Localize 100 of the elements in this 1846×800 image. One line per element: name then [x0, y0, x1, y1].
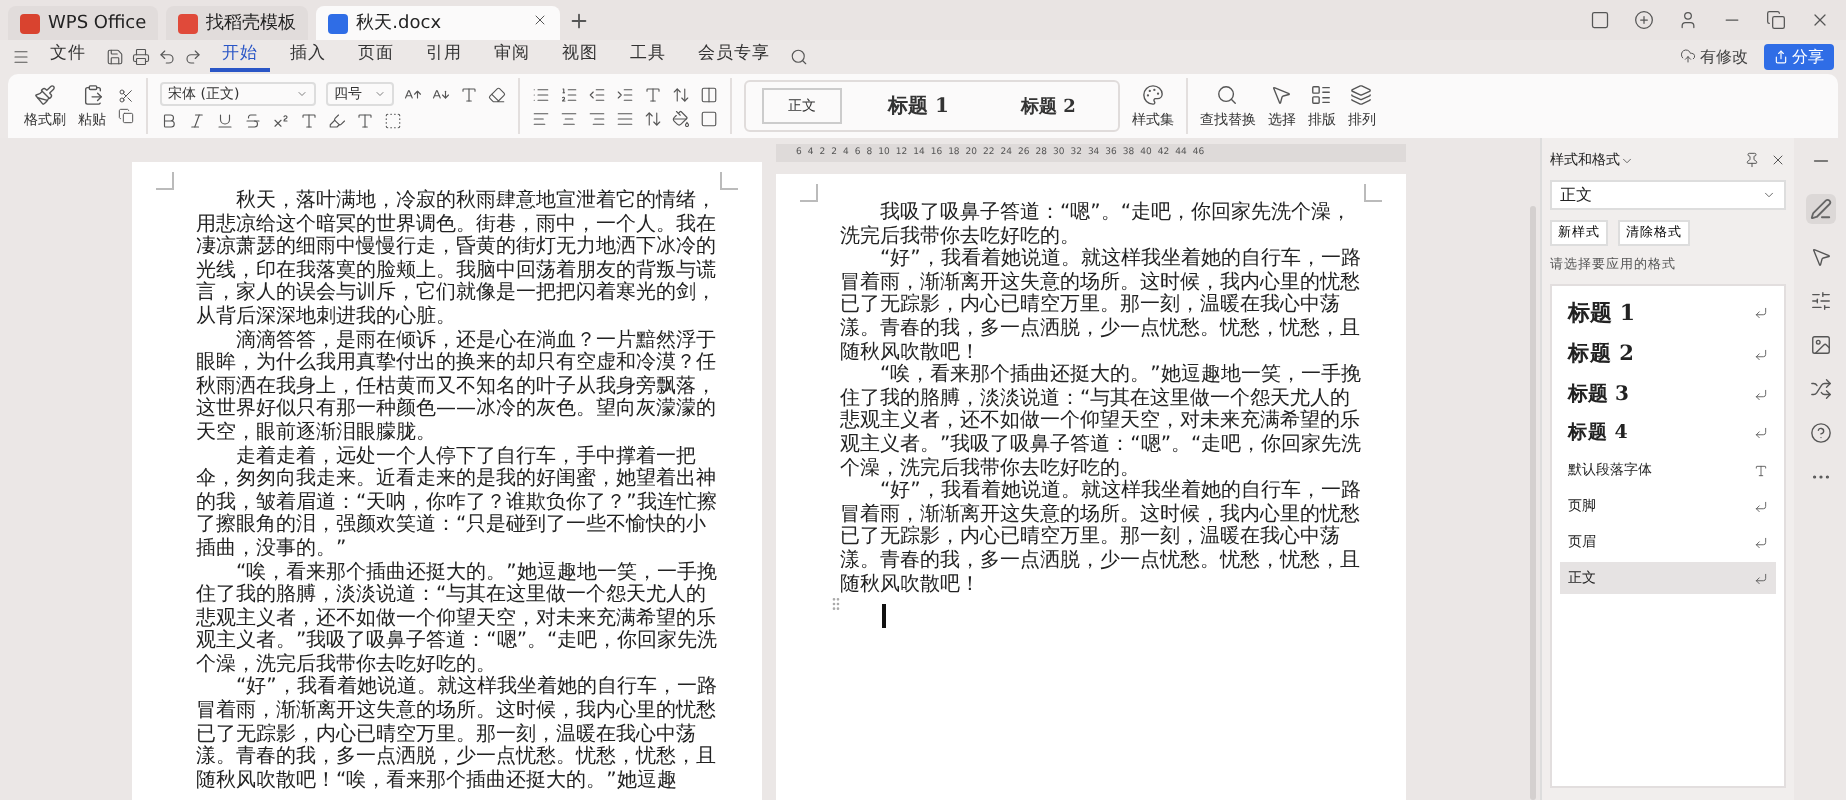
app-logo-icon	[178, 13, 199, 33]
sort-icon[interactable]	[672, 85, 690, 103]
clipboard-icon[interactable]	[81, 83, 103, 105]
undo-icon[interactable]	[158, 47, 176, 65]
menu-tab[interactable]: 视图	[550, 40, 610, 72]
save-icon[interactable]	[106, 47, 124, 65]
chevron-down-icon[interactable]	[1620, 153, 1634, 167]
menu-tab[interactable]: 页面	[346, 40, 406, 72]
cut-icon[interactable]	[118, 88, 134, 104]
palette-icon[interactable]	[1141, 83, 1164, 105]
app-logo-icon	[328, 13, 349, 33]
char-shading-icon[interactable]	[384, 112, 402, 130]
share-button[interactable]: 分享	[1764, 43, 1834, 69]
document-tab[interactable]: 找稻壳模板	[166, 6, 309, 40]
return-icon	[1754, 499, 1768, 513]
border-icon[interactable]	[700, 109, 718, 127]
window-icon[interactable]	[1590, 10, 1610, 30]
style-option[interactable]: 标题 1	[862, 84, 975, 128]
image-icon[interactable]	[1809, 334, 1831, 356]
superscript-icon[interactable]	[272, 112, 290, 130]
menu-icon[interactable]	[12, 47, 30, 65]
avatar-icon[interactable]	[1678, 10, 1698, 30]
align-center-icon[interactable]	[560, 109, 578, 127]
text-lines-icon[interactable]	[1310, 83, 1333, 105]
app-logo-icon	[20, 13, 40, 33]
redo-icon[interactable]	[184, 47, 202, 65]
paragraph: “唉，看来那个插曲还挺大的。”她逗趣地一笑，一手挽住了我的胳膊，淡淡说道：“与其在这里做一个怨天尤人的悲观主义者，还不如做一个仰望天空，对未来充满希望的乐观主义者。”我吸了吸鼻子答道：“嗯”。“走吧，你回家先洗个澡，洗完后我带你去吃好吃的。	[840, 364, 1362, 480]
style-item[interactable]: 标题 2	[1560, 336, 1776, 372]
menu-tab[interactable]: 工具	[618, 40, 678, 72]
clear-format-icon[interactable]	[488, 85, 506, 103]
file-menu[interactable]: 文件	[38, 40, 98, 72]
return-icon	[1754, 306, 1768, 320]
columns-icon[interactable]	[700, 85, 718, 103]
shuffle-icon[interactable]	[1809, 378, 1831, 400]
outdent-icon[interactable]	[588, 85, 606, 103]
cursor-icon[interactable]	[1270, 83, 1293, 105]
cursor-icon[interactable]	[1809, 246, 1831, 268]
add-icon[interactable]	[1634, 10, 1654, 30]
close-tab-icon[interactable]	[532, 12, 549, 28]
style-option[interactable]: 标题 2	[994, 85, 1102, 127]
shrink-font-icon[interactable]	[432, 85, 450, 103]
cloud-upload-icon[interactable]	[1680, 48, 1696, 64]
text-cursor	[882, 604, 885, 629]
pin-icon[interactable]	[1744, 152, 1760, 168]
paragraph: 秋天，落叶满地，冷寂的秋雨肆意地宣泄着它的情绪，用悲凉给这个暗冥的世界调色。街巷，雨中，一个人。我在凄凉萧瑟的细雨中慢慢行走，昏黄的街灯无力地洒下冰冷的光线，印在我落寞的脸颊上。我脑中回荡着朋友的背叛与谎言，家人的误会与训斥，它们就像是一把把闪着寒光的剑，从背后深深地刺进我的心脏。	[196, 190, 718, 329]
layers-icon[interactable]	[1350, 83, 1373, 105]
paragraph: 走着走着，远处一个人停下了自行车，手中撑着一把伞，匆匆向我走来。近看走来的是我的好闺蜜，她望着出神的我，皱着眉道：“天呐，你咋了？谁欺负你了？”我连忙擦了擦眼角的泪，强颜欢笑道：“只是碰到了一些不愉快的小插曲，没事的。”	[196, 445, 718, 561]
paragraph: “好”，我看着她说道。就这样我坐着她的自行车，一路冒着雨，渐渐离开这失意的场所。这时候，我内心里的忧愁已了无踪影，内心已晴空万里。那一刻，温暖在我心中荡漾。青春的我，多一点洒脱，少一点忧愁。忧愁，忧愁，且随秋风吹散吧！	[840, 248, 1362, 364]
return-icon	[1754, 426, 1768, 440]
return-icon	[1754, 347, 1768, 361]
font-style-icon	[1754, 463, 1768, 477]
restore-icon[interactable]	[1766, 10, 1786, 30]
close-icon[interactable]	[1770, 152, 1786, 168]
paintbrush-icon[interactable]	[34, 83, 56, 105]
sliders-icon[interactable]	[1809, 290, 1831, 312]
bullet-list-icon[interactable]	[532, 85, 550, 103]
margin-mark-icon	[800, 184, 818, 202]
paragraph: 滴滴答答，是雨在倾诉，还是心在淌血？一片黯然浮于眼眸，为什么我用真挚付出的换来的却只有空虚和冷漠？任秋雨洒在我身上，任枯黄而又不知名的叶子从我身旁飘落，这世界好似只有那一种颜色——冰冷的灰色。望向灰濛濛的天空，眼前逐渐泪眼朦胧。	[196, 329, 718, 445]
return-icon	[1754, 535, 1768, 549]
numbered-list-icon[interactable]	[560, 85, 578, 103]
indent-icon[interactable]	[616, 85, 634, 103]
share-icon	[1774, 49, 1788, 63]
style-item[interactable]: 标题 1	[1560, 294, 1776, 332]
underline-icon[interactable]	[216, 112, 234, 130]
line-spacing-icon[interactable]	[644, 109, 662, 127]
search-icon[interactable]	[1216, 83, 1239, 105]
highlight-icon[interactable]	[328, 112, 346, 130]
justify-icon[interactable]	[616, 109, 634, 127]
document-tab[interactable]: 秋天.docx	[316, 6, 561, 40]
chevron-down-icon[interactable]	[1762, 188, 1776, 202]
return-icon	[1754, 387, 1768, 401]
paragraph: “好”，我看着她说道。就这样我坐着她的自行车，一路冒着雨，渐渐离开这失意的场所。这时候，我内心里的忧愁已了无踪影，内心已晴空万里。那一刻，温暖在我心中荡漾。青春的我，多一点洒脱，少一点忧愁。忧愁，忧愁，且随秋风吹散吧！	[840, 480, 1362, 597]
menu-tab[interactable]: 审阅	[482, 40, 542, 72]
align-right-icon[interactable]	[588, 109, 606, 127]
drag-handle-icon[interactable]	[828, 596, 844, 613]
menu-tab[interactable]: 插入	[278, 40, 338, 72]
italic-icon[interactable]	[188, 112, 206, 130]
current-style-select[interactable]: 正文	[1550, 180, 1786, 210]
margin-mark-icon	[720, 172, 738, 190]
style-item[interactable]: 标题 4	[1560, 416, 1776, 450]
help-icon[interactable]	[1809, 422, 1831, 444]
bold-icon[interactable]	[160, 112, 178, 130]
style-item[interactable]: 标题 3	[1560, 376, 1776, 412]
grow-font-icon[interactable]	[404, 85, 422, 103]
copy-icon[interactable]	[118, 108, 134, 124]
strikethrough-icon[interactable]	[244, 112, 262, 130]
new-tab-icon[interactable]	[568, 9, 591, 31]
search-icon[interactable]	[790, 47, 808, 65]
menu-tab[interactable]: 引用	[414, 40, 474, 72]
margin-mark-icon	[1364, 184, 1382, 202]
shading-icon[interactable]	[672, 109, 690, 127]
document-tab[interactable]: WPS Office	[8, 6, 159, 40]
menu-tab[interactable]: 会员专享	[686, 40, 782, 72]
print-icon[interactable]	[132, 47, 150, 65]
margin-mark-icon	[156, 172, 174, 190]
align-left-icon[interactable]	[532, 109, 550, 127]
pen-icon[interactable]	[1805, 194, 1835, 224]
return-icon	[1754, 571, 1768, 585]
close-icon[interactable]	[1810, 10, 1830, 30]
save-status[interactable]: 有修改	[1680, 45, 1748, 67]
